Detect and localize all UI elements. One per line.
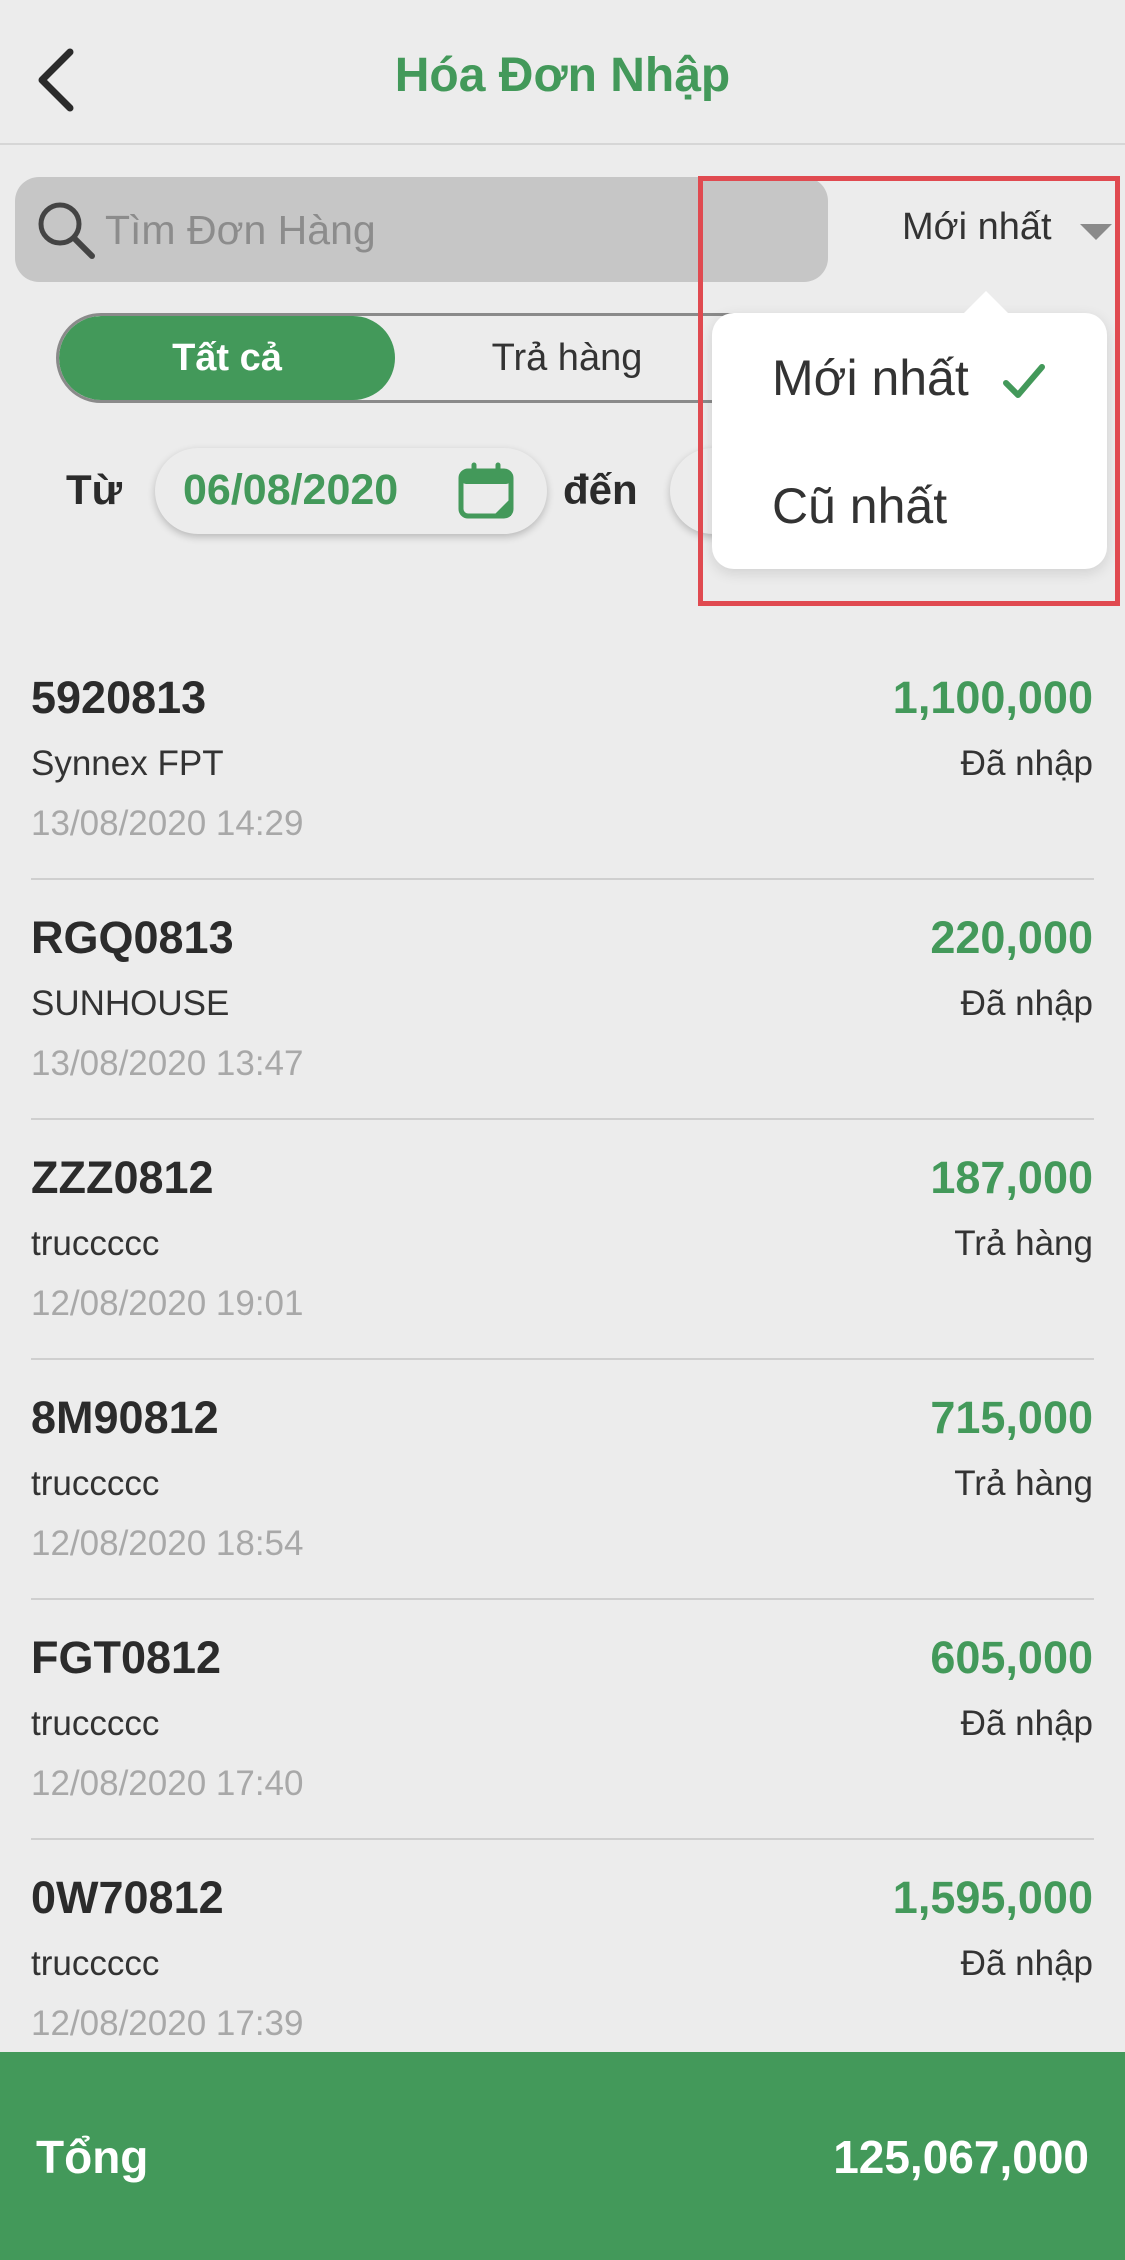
top-bar: Hóa Đơn Nhập	[0, 0, 1125, 145]
search-icon	[38, 202, 95, 259]
tab-returns[interactable]: Trả hàng	[399, 316, 735, 400]
order-amount: 1,595,000	[892, 1872, 1093, 1923]
supplier-name: truccccc	[31, 1464, 160, 1503]
page: Hóa Đơn Nhập Mới nhất Tất cả Trả hàng Từ…	[0, 0, 1125, 2260]
search-input[interactable]	[105, 195, 805, 265]
order-row[interactable]: 5920813 Synnex FPT 13/08/2020 14:29 1,10…	[0, 640, 1125, 880]
supplier-name: truccccc	[31, 1944, 160, 1983]
order-status: Đã nhập	[960, 984, 1093, 1023]
order-time: 12/08/2020 17:40	[31, 1764, 304, 1803]
date-from-picker[interactable]: 06/08/2020	[155, 448, 547, 534]
sort-dropdown-menu: Mới nhất Cũ nhất	[712, 291, 1107, 569]
order-amount: 187,000	[930, 1152, 1093, 1203]
order-status: Đã nhập	[960, 1944, 1093, 1983]
checkmark-icon	[1003, 364, 1045, 398]
calendar-icon	[458, 462, 514, 519]
order-time: 12/08/2020 18:54	[31, 1524, 304, 1563]
order-list: 5920813 Synnex FPT 13/08/2020 14:29 1,10…	[0, 640, 1125, 2080]
order-status: Trả hàng	[954, 1464, 1093, 1503]
date-from-value: 06/08/2020	[183, 466, 399, 514]
supplier-name: Synnex FPT	[31, 744, 224, 783]
order-time: 12/08/2020 17:39	[31, 2004, 304, 2043]
order-code: 8M90812	[31, 1392, 219, 1443]
order-code: 5920813	[31, 672, 207, 723]
total-amount: 125,067,000	[833, 2131, 1089, 2183]
order-code: 0W70812	[31, 1872, 224, 1923]
caret-down-icon	[1080, 224, 1112, 240]
order-status: Đã nhập	[960, 744, 1093, 783]
order-amount: 1,100,000	[892, 672, 1093, 723]
order-row[interactable]: 8M90812 truccccc 12/08/2020 18:54 715,00…	[0, 1360, 1125, 1600]
order-code: RGQ0813	[31, 912, 234, 963]
page-title: Hóa Đơn Nhập	[394, 49, 731, 102]
sort-selected-label: Mới nhất	[902, 206, 1052, 248]
dropdown-pointer	[964, 291, 1008, 313]
order-amount: 715,000	[930, 1392, 1093, 1443]
order-row[interactable]: FGT0812 truccccc 12/08/2020 17:40 605,00…	[0, 1600, 1125, 1840]
sort-option-newest[interactable]: Mới nhất	[772, 349, 969, 407]
supplier-name: truccccc	[31, 1224, 160, 1263]
date-to-label: đến	[563, 466, 638, 513]
order-code: ZZZ0812	[31, 1152, 214, 1203]
order-row[interactable]: ZZZ0812 truccccc 12/08/2020 19:01 187,00…	[0, 1120, 1125, 1360]
sort-dropdown-trigger[interactable]: Mới nhất	[880, 200, 1120, 260]
order-code: FGT0812	[31, 1632, 222, 1683]
order-row[interactable]: RGQ0813 SUNHOUSE 13/08/2020 13:47 220,00…	[0, 880, 1125, 1120]
order-time: 13/08/2020 13:47	[31, 1044, 304, 1083]
order-amount: 220,000	[930, 912, 1093, 963]
order-status: Đã nhập	[960, 1704, 1093, 1743]
sort-option-oldest[interactable]: Cũ nhất	[772, 477, 947, 535]
order-row[interactable]: 0W70812 truccccc 12/08/2020 17:39 1,595,…	[0, 1840, 1125, 2080]
search-box[interactable]	[15, 177, 828, 282]
date-from-label: Từ	[66, 466, 123, 513]
supplier-name: SUNHOUSE	[31, 984, 230, 1023]
order-status: Trả hàng	[954, 1224, 1093, 1263]
order-time: 12/08/2020 19:01	[31, 1284, 304, 1323]
order-amount: 605,000	[930, 1632, 1093, 1683]
total-bar: Tổng 125,067,000	[0, 2052, 1125, 2260]
tab-all[interactable]: Tất cả	[59, 316, 395, 400]
order-time: 13/08/2020 14:29	[31, 804, 304, 843]
total-label: Tổng	[36, 2131, 149, 2183]
supplier-name: truccccc	[31, 1704, 160, 1743]
filter-segmented-control: Tất cả Trả hàng	[56, 313, 816, 403]
